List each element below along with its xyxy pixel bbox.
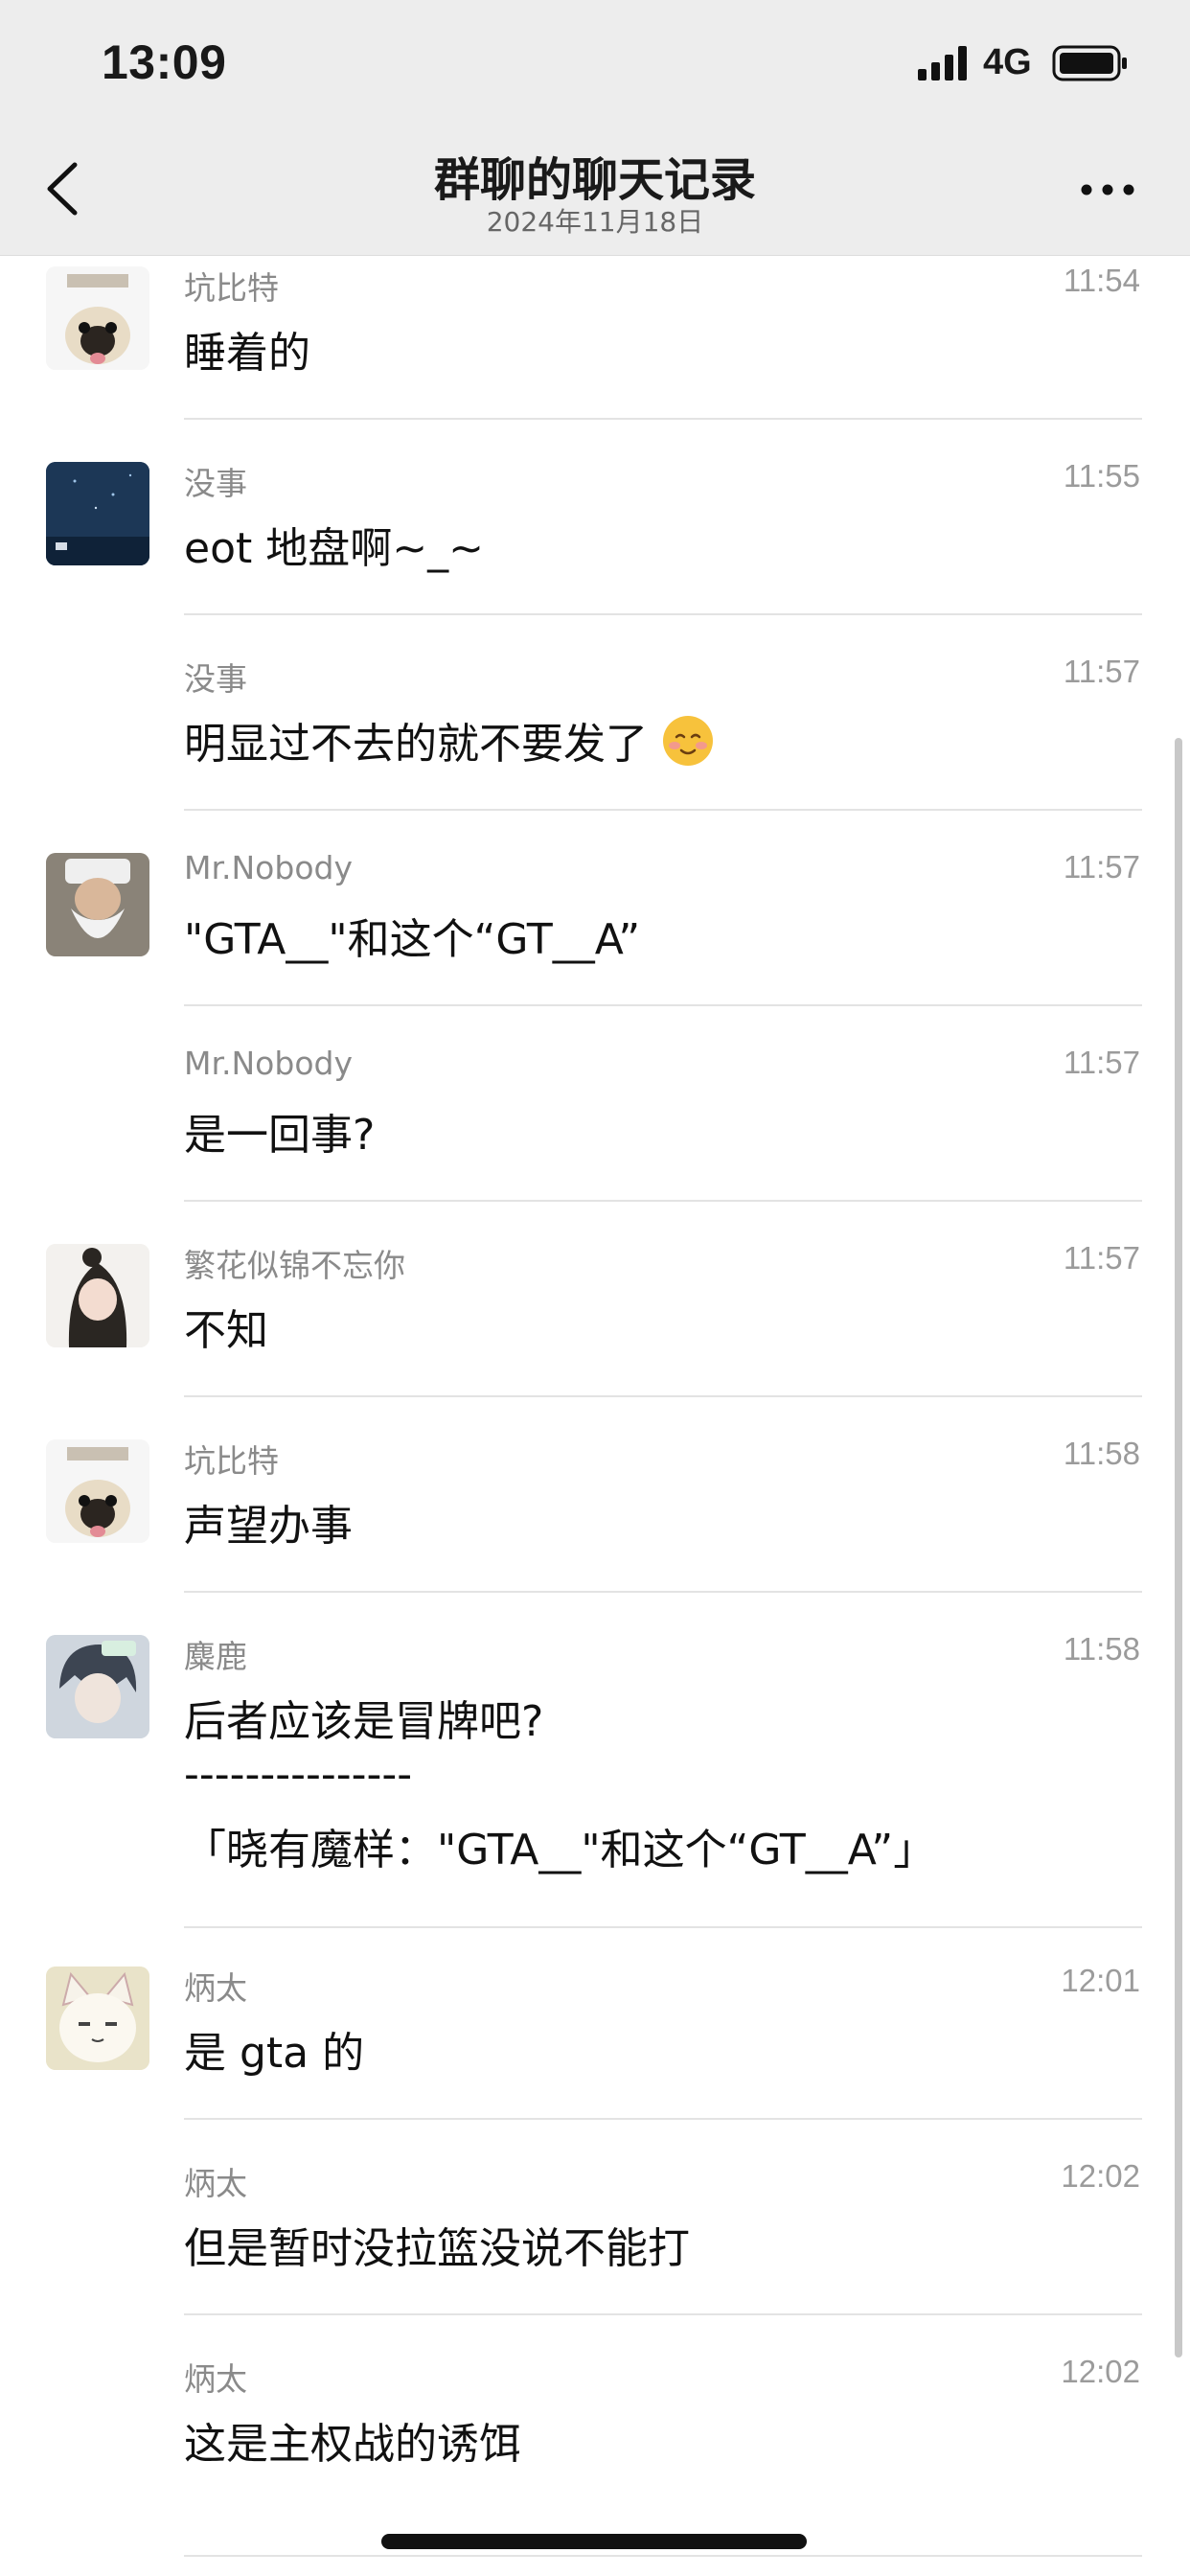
divider	[184, 809, 1142, 811]
message-text: "GTA__"和这个“GT__A”	[184, 915, 641, 964]
divider	[184, 418, 1142, 420]
page-subtitle-date: 2024年11月18日	[486, 206, 704, 238]
message-time: 12:01	[1061, 1963, 1140, 1998]
divider	[184, 2118, 1142, 2120]
message-text-row: 明显过不去的就不要发了	[184, 709, 715, 770]
message-text: 后者应该是冒牌吧?	[184, 1697, 544, 1746]
message-time: 12:02	[1061, 2158, 1140, 2194]
sender-name: 坑比特	[184, 1442, 279, 1480]
message-text: 是一回事?	[184, 1111, 376, 1160]
message-text: 睡着的	[184, 329, 310, 378]
more-options-icon[interactable]	[1079, 178, 1136, 201]
status-time: 13:09	[102, 35, 227, 89]
message-time: 11:58	[1063, 1436, 1140, 1471]
message-time: 11:57	[1063, 1045, 1140, 1080]
sender-name: 炳太	[184, 2165, 247, 2202]
message-text: 但是暂时没拉篮没说不能打	[184, 2224, 690, 2273]
sender-name: Mr.Nobody	[184, 1045, 353, 1082]
sender-name: 没事	[184, 660, 247, 698]
scrollbar[interactable]	[1175, 738, 1182, 2358]
sender-name: 炳太	[184, 2360, 247, 2398]
message-separator-text: ---------------	[184, 1750, 413, 1799]
message-time: 11:58	[1063, 1631, 1140, 1667]
old-man-avatar[interactable]	[46, 853, 149, 956]
message-text: 明显过不去的就不要发了	[184, 720, 648, 769]
cartoon-cat-avatar[interactable]	[46, 1966, 149, 2070]
message-time: 11:55	[1063, 458, 1140, 494]
sender-name: Mr.Nobody	[184, 849, 353, 886]
night-sky-avatar[interactable]	[46, 462, 149, 565]
divider	[184, 1004, 1142, 1006]
girl-avatar[interactable]	[46, 1244, 149, 1347]
page-title: 群聊的聊天记录	[433, 153, 756, 207]
smiling-face-emoji-icon	[663, 716, 713, 766]
message-time: 11:57	[1063, 849, 1140, 885]
message-time: 12:02	[1061, 2354, 1140, 2389]
pug-sticker-avatar[interactable]	[46, 1439, 149, 1543]
sender-name: 麋鹿	[184, 1638, 247, 1675]
divider	[184, 1200, 1142, 1202]
message-time: 11:57	[1063, 654, 1140, 689]
sender-name: 没事	[184, 465, 247, 502]
sender-name: 繁花似锦不忘你	[184, 1247, 405, 1284]
network-type: 4G	[983, 42, 1032, 82]
signal-icon	[918, 46, 967, 80]
message-text: 声望办事	[184, 1502, 353, 1551]
message-text: 是 gta 的	[184, 2029, 365, 2078]
top-bar: 13:09 4G 群聊的聊天记录 2024年11月18日	[0, 0, 1190, 256]
divider	[184, 1395, 1142, 1397]
anime-boy-avatar[interactable]	[46, 1635, 149, 1738]
sender-name: 炳太	[184, 1969, 247, 2007]
pug-sticker-avatar[interactable]	[46, 266, 149, 370]
divider	[184, 2313, 1142, 2315]
message-quote-text: 「晓有魔样："GTA__"和这个“GT__A”」	[184, 1826, 936, 1874]
message-text: eot 地盘啊~_~	[184, 524, 484, 573]
divider	[184, 613, 1142, 615]
message-text: 不知	[184, 1306, 268, 1355]
message-time: 11:57	[1063, 1240, 1140, 1276]
home-indicator[interactable]	[381, 2534, 807, 2549]
divider	[184, 1591, 1142, 1593]
battery-icon	[1052, 45, 1127, 81]
divider	[184, 1926, 1142, 1928]
message-text: 这是主权战的诱饵	[184, 2420, 521, 2469]
divider	[184, 2555, 1142, 2557]
message-time: 11:54	[1063, 263, 1140, 298]
sender-name: 坑比特	[184, 269, 279, 307]
